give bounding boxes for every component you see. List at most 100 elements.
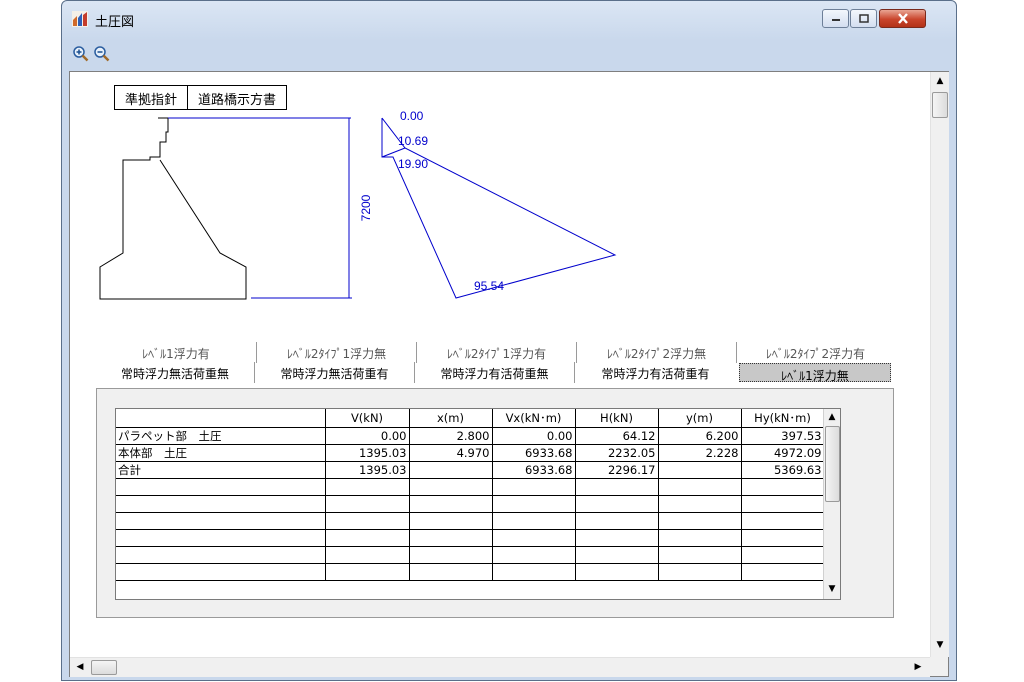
tab-level2-type1-buoyancy-on[interactable]: ﾚﾍﾞﾙ2ﾀｲﾌﾟ1浮力有: [416, 342, 576, 363]
tab-level2-type2-buoyancy-on[interactable]: ﾚﾍﾞﾙ2ﾀｲﾌﾟ2浮力有: [736, 342, 894, 363]
window: 土圧図 準拠指針 道路橋示方書 7200 0.00 10.69 19.90 95…: [61, 0, 957, 681]
row-label-cell: [116, 563, 326, 581]
value-cell: [409, 461, 493, 479]
tab-level2-type2-buoyancy-off[interactable]: ﾚﾍﾞﾙ2ﾀｲﾌﾟ2浮力無: [576, 342, 736, 363]
value-cell: [409, 478, 493, 496]
value-cell: 2296.17: [575, 461, 659, 479]
result-tabs: ﾚﾍﾞﾙ1浮力有 ﾚﾍﾞﾙ2ﾀｲﾌﾟ1浮力無 ﾚﾍﾞﾙ2ﾀｲﾌﾟ1浮力有 ﾚﾍﾞ…: [96, 342, 894, 620]
earth-pressure-drawing: 7200 0.00 10.69 19.90 95.54: [99, 109, 617, 300]
header-cell: x(m): [409, 409, 493, 428]
row-label-cell: 本体部 土圧: [116, 444, 326, 462]
value-cell: [492, 512, 576, 530]
tab-panel: V(kN) x(m) Vx(kN･m) H(kN) y(m) Hy(kN･m) …: [96, 388, 894, 618]
horizontal-scroll-thumb[interactable]: [91, 660, 117, 675]
tab-normal-buoyancy-on-liveload-on[interactable]: 常時浮力有活荷重有: [574, 362, 736, 383]
value-cell: [658, 529, 742, 547]
drawing-area: 準拠指針 道路橋示方書 7200 0.00 10.69 19.90 95.54 …: [69, 71, 949, 677]
header-cell: Vx(kN･m): [492, 409, 576, 428]
value-cell: [658, 495, 742, 513]
zoom-in-icon[interactable]: [72, 45, 90, 63]
table-scrollbar[interactable]: ▲ ▼: [823, 409, 840, 599]
height-dimension-line: [168, 117, 352, 299]
row-label-cell: [116, 546, 326, 564]
value-cell: [492, 563, 576, 581]
value-cell: [575, 563, 659, 581]
abutment-outline: [99, 117, 247, 300]
pressure-label-top: 0.00: [400, 109, 424, 123]
header-cell: [116, 409, 326, 428]
minimize-button[interactable]: [822, 9, 849, 28]
value-cell: 1395.03: [325, 461, 410, 479]
tab-normal-buoyancy-off-liveload-off[interactable]: 常時浮力無活荷重無: [96, 362, 254, 383]
header-cell: V(kN): [325, 409, 410, 428]
value-cell: [575, 478, 659, 496]
value-cell: [575, 529, 659, 547]
header-cell: y(m): [658, 409, 742, 428]
results-grid: V(kN) x(m) Vx(kN･m) H(kN) y(m) Hy(kN･m) …: [116, 409, 825, 581]
value-cell: [741, 478, 825, 496]
value-cell: 1395.03: [325, 444, 410, 462]
value-cell: [325, 563, 410, 581]
value-cell: 2.800: [409, 427, 493, 445]
tab-level1-buoyancy-off[interactable]: ﾚﾍﾞﾙ1浮力無: [739, 363, 891, 383]
value-cell: [409, 512, 493, 530]
value-cell: [325, 512, 410, 530]
value-cell: [658, 461, 742, 479]
value-cell: [658, 478, 742, 496]
maximize-icon: [858, 14, 869, 23]
title-bar[interactable]: 土圧図: [62, 1, 956, 31]
horizontal-scrollbar[interactable]: ◀ ▶: [70, 657, 930, 677]
value-cell: 0.00: [325, 427, 410, 445]
value-cell: 64.12: [575, 427, 659, 445]
value-cell: 5369.63: [741, 461, 825, 479]
tab-normal-buoyancy-off-liveload-on[interactable]: 常時浮力無活荷重有: [254, 362, 414, 383]
minimize-icon: [831, 18, 840, 21]
close-button[interactable]: [879, 9, 926, 28]
table-row: [116, 529, 825, 547]
scroll-right-icon[interactable]: ▶: [910, 659, 926, 675]
value-cell: [658, 546, 742, 564]
table-row: [116, 478, 825, 496]
zoom-out-icon[interactable]: [93, 45, 111, 63]
value-cell: [325, 478, 410, 496]
tab-level2-type1-buoyancy-off[interactable]: ﾚﾍﾞﾙ2ﾀｲﾌﾟ1浮力無: [256, 342, 416, 363]
value-cell: [325, 495, 410, 513]
value-cell: [409, 546, 493, 564]
scroll-up-icon[interactable]: ▲: [824, 409, 840, 425]
table-scroll-thumb[interactable]: [825, 426, 840, 502]
value-cell: [658, 512, 742, 530]
vertical-scroll-thumb[interactable]: [932, 92, 948, 118]
scroll-corner: [930, 657, 948, 676]
row-label-cell: [116, 478, 326, 496]
scroll-up-icon[interactable]: ▲: [932, 73, 948, 89]
scroll-down-icon[interactable]: ▼: [932, 637, 948, 653]
tab-normal-buoyancy-on-liveload-off[interactable]: 常時浮力有活荷重無: [414, 362, 574, 383]
value-cell: [741, 529, 825, 547]
table-row: [116, 563, 825, 581]
toolbar: [69, 43, 949, 65]
value-cell: [492, 529, 576, 547]
row-label-cell: [116, 529, 326, 547]
row-label-cell: [116, 512, 326, 530]
table-header-row: V(kN) x(m) Vx(kN･m) H(kN) y(m) Hy(kN･m): [116, 409, 825, 428]
tab-row-front: 常時浮力無活荷重無 常時浮力無活荷重有 常時浮力有活荷重無 常時浮力有活荷重有 …: [96, 362, 894, 383]
table-row: 本体部 土圧 1395.03 4.970 6933.68 2232.05 2.228 497…: [116, 444, 825, 462]
maximize-button[interactable]: [850, 9, 877, 28]
value-cell: [575, 512, 659, 530]
row-label-cell: 合計: [116, 461, 326, 479]
scroll-down-icon[interactable]: ▼: [824, 581, 840, 597]
value-cell: 6933.68: [492, 444, 576, 462]
value-cell: 4.970: [409, 444, 493, 462]
pressure-label-2: 10.69: [398, 134, 428, 148]
value-cell: [492, 478, 576, 496]
value-cell: [492, 546, 576, 564]
value-cell: [575, 495, 659, 513]
value-cell: [409, 563, 493, 581]
value-cell: [741, 495, 825, 513]
value-cell: [741, 546, 825, 564]
tab-level1-buoyancy-on[interactable]: ﾚﾍﾞﾙ1浮力有: [96, 342, 256, 363]
value-cell: [575, 546, 659, 564]
scroll-left-icon[interactable]: ◀: [72, 659, 88, 675]
value-cell: [325, 529, 410, 547]
vertical-scrollbar[interactable]: ▲ ▼: [930, 72, 949, 657]
